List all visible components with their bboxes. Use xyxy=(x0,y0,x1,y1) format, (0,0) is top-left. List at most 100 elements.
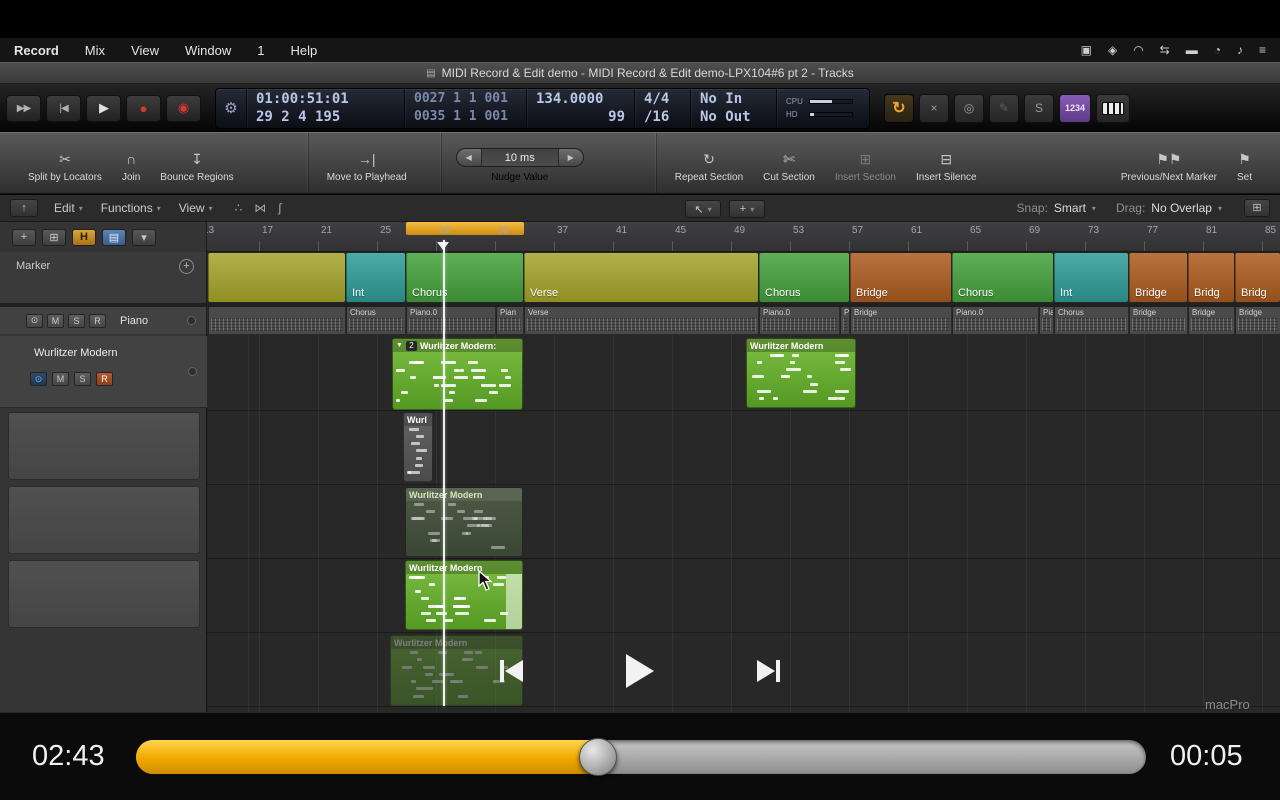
record-enable-button[interactable]: R xyxy=(89,314,106,328)
overview-region-chorus[interactable]: Chorus xyxy=(346,307,405,334)
marker-chorus[interactable]: Chorus xyxy=(406,253,523,302)
lcd-division[interactable]: /16 xyxy=(644,108,681,126)
screen-record-icon[interactable]: ▣ xyxy=(1081,43,1092,57)
overview-region-bridge[interactable]: Bridge xyxy=(850,307,951,334)
volume-icon[interactable]: ♪ xyxy=(1237,43,1243,57)
overview-region[interactable] xyxy=(208,307,345,334)
play-overlay-button[interactable] xyxy=(626,654,654,688)
lcd-position[interactable]: 29 2 4 195 xyxy=(256,108,395,126)
record-button[interactable]: ● xyxy=(126,95,161,122)
seek-bar[interactable] xyxy=(136,740,1146,774)
take-lane-header[interactable] xyxy=(8,560,200,628)
midi-region-wurl[interactable]: Wurl xyxy=(403,412,433,482)
overview-region-pian[interactable]: Pian xyxy=(496,307,523,334)
library-toggle-button[interactable]: ↑ xyxy=(10,199,38,217)
wifi-icon[interactable]: ◠ xyxy=(1133,43,1143,57)
marker-bridg[interactable]: Bridg xyxy=(1188,253,1234,302)
menu-item-window[interactable]: Window xyxy=(185,43,231,58)
lcd-settings-gear-icon[interactable]: ⚙ xyxy=(216,89,246,128)
overview-region-piano-0[interactable]: Piano.0 xyxy=(759,307,839,334)
crossfade-icon[interactable]: ⋈ xyxy=(254,201,266,215)
nudge-decrement-icon[interactable]: ◀ xyxy=(457,153,481,162)
midi-region-wurlitzer-modern[interactable]: Wurlitzer Modern xyxy=(405,487,523,557)
menu-item-record[interactable]: Record xyxy=(14,43,59,58)
midi-region-wurlitzer-modern[interactable]: ▼2Wurlitzer Modern: xyxy=(392,338,523,410)
toolbar-split-by-locators-button[interactable]: ✂Split by Locators xyxy=(20,133,110,193)
pointer-tool-button[interactable]: ↖ ▾ xyxy=(685,200,721,218)
overview-region-pi[interactable]: Pi xyxy=(840,307,849,334)
overview-region-bridge[interactable]: Bridge xyxy=(1188,307,1234,334)
marker-bridge[interactable]: Bridge xyxy=(1129,253,1187,302)
mute-button[interactable]: M xyxy=(52,372,69,386)
solo-button[interactable]: S xyxy=(74,372,91,386)
marker-bridge[interactable]: Bridge xyxy=(850,253,951,302)
musical-typing-button[interactable] xyxy=(1096,94,1130,123)
collapse-tracks-button[interactable]: ▾ xyxy=(132,229,156,246)
capture-recording-button[interactable]: ◉ xyxy=(166,95,201,122)
menu-item-view[interactable]: View xyxy=(131,43,159,58)
lcd-time[interactable]: 01:00:51:01 xyxy=(256,90,395,108)
midi-region-wurlitzer-modern[interactable]: Wurlitzer Modern xyxy=(746,338,856,408)
menu-edit[interactable]: Edit▾ xyxy=(54,201,83,215)
battery-icon[interactable]: ▬ xyxy=(1186,43,1198,57)
menu-item-mix[interactable]: Mix xyxy=(85,43,105,58)
seek-thumb[interactable] xyxy=(579,738,617,776)
track-alternatives-button[interactable]: ▤ xyxy=(102,229,126,246)
disclosure-icon[interactable]: ▼ xyxy=(396,342,403,349)
mute-button[interactable]: M xyxy=(47,314,64,328)
add-marker-button[interactable]: + xyxy=(179,259,194,274)
secondary-tool-button[interactable]: + ▾ xyxy=(729,200,765,218)
marker-int[interactable]: Int xyxy=(1054,253,1128,302)
nudge-stepper[interactable]: ◀10 ms▶ xyxy=(456,148,584,167)
app-status-icon[interactable]: ◈ xyxy=(1108,43,1117,57)
pencil-button[interactable]: ✎ xyxy=(989,94,1019,123)
wurlitzer-track-header[interactable]: Wurlitzer Modern ⊙ M S R xyxy=(0,336,207,408)
toolbar-previous-next-marker-button[interactable]: ⚑⚑Previous/Next Marker xyxy=(1113,133,1225,193)
rewind-button[interactable]: |◀ xyxy=(46,95,81,122)
record-enable-button[interactable]: R xyxy=(96,372,113,386)
toolbar-join-button[interactable]: ∩Join xyxy=(114,133,148,193)
menu-item-1[interactable]: 1 xyxy=(257,43,264,58)
snap-value[interactable]: Smart xyxy=(1054,201,1086,215)
menu-view[interactable]: View▾ xyxy=(179,201,213,215)
overview-region-verse[interactable]: Verse xyxy=(524,307,758,334)
piano-track-header[interactable]: ⊙ M S R Piano xyxy=(0,307,207,334)
marker-unnamed[interactable] xyxy=(208,253,345,302)
count-in-button[interactable]: 1234 xyxy=(1059,94,1091,123)
marker-chorus[interactable]: Chorus xyxy=(759,253,849,302)
duplicate-track-button[interactable]: ⊞ xyxy=(42,229,66,246)
toolbar-move-to-playhead-button[interactable]: →|Move to Playhead xyxy=(319,133,415,193)
lcd-cycle-start[interactable]: 0027 1 1 001 xyxy=(414,90,517,108)
hide-tracks-button[interactable]: H xyxy=(72,229,96,246)
toolbar-bounce-regions-button[interactable]: ↧Bounce Regions xyxy=(152,133,241,193)
add-track-button[interactable]: + xyxy=(12,229,36,246)
sync-arrows-icon[interactable]: ⇆ xyxy=(1160,43,1170,57)
marker-chorus[interactable]: Chorus xyxy=(952,253,1053,302)
lcd-cycle-end[interactable]: 0035 1 1 001 xyxy=(414,108,517,126)
midi-region-wurlitzer-modern[interactable]: Wurlitzer Modern xyxy=(405,560,523,630)
lcd-tempo[interactable]: 134.0000 xyxy=(536,90,625,108)
toolbar-repeat-section-button[interactable]: ↻Repeat Section xyxy=(667,133,751,193)
forward-button[interactable]: ▶▶ xyxy=(6,95,41,122)
menu-item-help[interactable]: Help xyxy=(290,43,317,58)
metronome-button[interactable]: ◎ xyxy=(954,94,984,123)
editor-toggle-button[interactable]: ⊞ xyxy=(1244,199,1270,217)
overview-region-pian[interactable]: Pian xyxy=(1039,307,1053,334)
menu-list-icon[interactable]: ≡ xyxy=(1259,43,1266,57)
marker-bridg[interactable]: Bridg xyxy=(1235,253,1280,302)
take-lane-header[interactable] xyxy=(8,486,200,554)
autopunch-button[interactable]: × xyxy=(919,94,949,123)
overview-region-piano-0[interactable]: Piano.0 xyxy=(406,307,495,334)
automation-icon[interactable]: ∴ xyxy=(235,201,243,215)
solo-button[interactable]: S xyxy=(1024,94,1054,123)
toolbar-insert-section-button[interactable]: ⊞Insert Section xyxy=(827,133,904,193)
bar-ruler[interactable]: 13172125293337414549535761656973778185 xyxy=(207,222,1280,252)
next-button[interactable] xyxy=(757,660,780,682)
cycle-button[interactable]: ↻ xyxy=(884,94,914,123)
overview-region-piano-0[interactable]: Piano.0 xyxy=(952,307,1038,334)
marker-int[interactable]: Int xyxy=(346,253,405,302)
toolbar-insert-silence-button[interactable]: ⊟Insert Silence xyxy=(908,133,985,193)
toolbar-set-button[interactable]: ⚑Set xyxy=(1229,133,1260,193)
overview-region-bridge[interactable]: Bridge xyxy=(1129,307,1187,334)
clock-icon[interactable]: ◔ xyxy=(1214,43,1221,57)
